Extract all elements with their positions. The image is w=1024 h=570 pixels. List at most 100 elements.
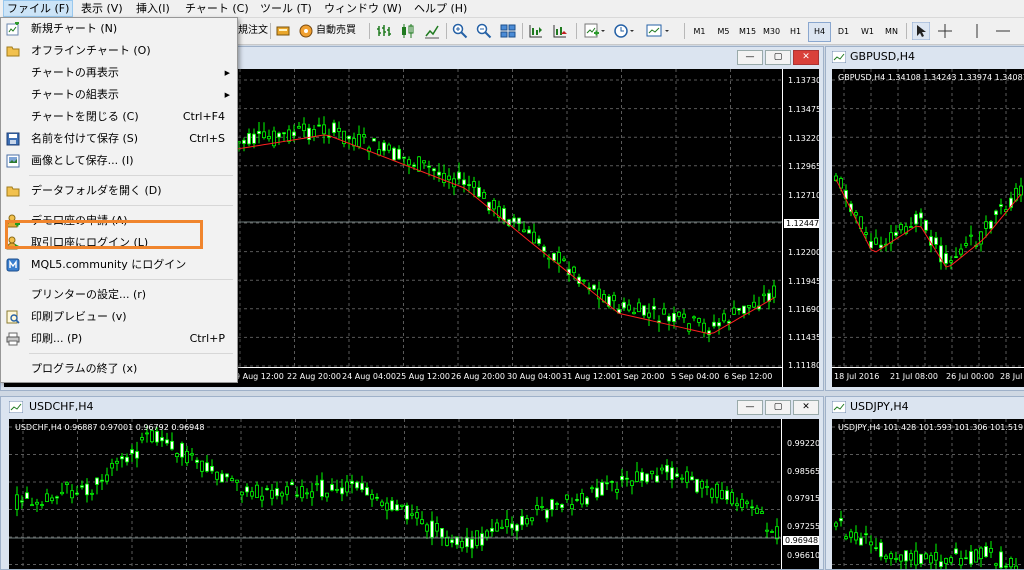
timeframe-m5[interactable]: M5 (712, 22, 735, 42)
candle-body (450, 539, 454, 544)
timeframe-m30[interactable]: M30 (760, 22, 783, 42)
candle-body (864, 232, 868, 235)
menu-tools[interactable]: ツール (T) (260, 1, 312, 16)
timeframe-m15[interactable]: M15 (736, 22, 759, 42)
menu-chart[interactable]: チャート (C) (185, 1, 249, 16)
candle-body (580, 493, 584, 505)
moving-average-line (233, 134, 775, 335)
periods-icon[interactable] (614, 23, 636, 39)
menu-item-save-as[interactable]: 名前を付けて保存 (S) Ctrl+S (1, 129, 237, 149)
candle-body (702, 322, 706, 333)
indicators-icon[interactable] (584, 23, 606, 39)
candle-body (495, 522, 499, 532)
metaeditor-icon[interactable] (276, 24, 292, 38)
bar-chart-icon[interactable] (376, 23, 392, 39)
line-chart-icon[interactable] (424, 23, 440, 39)
menu-item-save-as-picture[interactable]: 画像として保存... (I) (1, 151, 237, 171)
candle-body (265, 488, 269, 491)
candle-body (712, 321, 716, 327)
candle-body (372, 138, 376, 142)
candle-body (467, 184, 471, 186)
candle-body (165, 439, 169, 444)
toolbar-separator (522, 23, 523, 39)
close-button[interactable]: ✕ (793, 400, 819, 415)
price-chart-usdjpy[interactable]: USDJPY,H4 101.428 101.593 101.306 101.51… (832, 419, 1024, 569)
zoom-in-icon[interactable] (452, 23, 468, 39)
candle-body (150, 430, 154, 443)
timeframe-h1[interactable]: H1 (784, 22, 807, 42)
candle-body (705, 486, 709, 488)
submenu-arrow-icon: ▶ (224, 91, 230, 99)
candle-body (725, 490, 729, 500)
timeframe-w1[interactable]: W1 (856, 22, 879, 42)
menu-item-exit[interactable]: プログラムの終了 (x) (1, 359, 237, 379)
menu-item-new-chart[interactable]: 新規チャート (N) (1, 19, 237, 39)
candle-body (640, 471, 644, 482)
timeframe-h4[interactable]: H4 (808, 22, 831, 42)
chart-shift-icon[interactable] (528, 23, 544, 39)
candle-body (30, 504, 34, 507)
menu-item-print[interactable]: 印刷... (P) Ctrl+P (1, 329, 237, 349)
auto-trading-icon[interactable] (298, 23, 314, 39)
price-label: 1.11180 (788, 361, 819, 370)
menu-item-close-chart[interactable]: チャートを閉じる (C) Ctrl+F4 (1, 107, 237, 127)
price-chart-gbpusd[interactable]: GBPUSD,H4 1.34108 1.34243 1.33974 1.3408… (832, 69, 1024, 387)
candle-body (205, 462, 209, 472)
menu-item-label: チャートの再表示 (31, 66, 119, 79)
candle-body (462, 179, 466, 185)
maximize-button[interactable]: ▢ (765, 50, 791, 65)
menu-item-offline-chart[interactable]: オフラインチャート (O) (1, 41, 237, 61)
auto-trading-button[interactable]: 自動売買 (316, 22, 356, 40)
candle-body (535, 505, 539, 510)
menu-item-print-preview[interactable]: 印刷プレビュー (v) (1, 307, 237, 327)
candlestick-icon[interactable] (400, 23, 416, 39)
toolbar-separator (684, 23, 685, 39)
menu-view[interactable]: 表示 (V) (81, 1, 123, 16)
candle-body (235, 479, 239, 483)
menu-item-chart-group[interactable]: チャートの組表示 ▶ (1, 85, 237, 105)
chart-canvas (832, 419, 1024, 569)
cursor-icon[interactable] (912, 22, 930, 40)
new-order-button[interactable]: 規注文 (238, 22, 268, 40)
candle-body (357, 134, 361, 147)
close-button[interactable]: ✕ (793, 50, 819, 65)
candle-body (682, 313, 686, 319)
minimize-button[interactable]: — (737, 50, 763, 65)
timeframe-d1[interactable]: D1 (832, 22, 855, 42)
horizontal-line-icon[interactable] (994, 22, 1012, 40)
candle-body (175, 453, 179, 458)
candle-body (355, 481, 359, 489)
templates-icon[interactable] (646, 23, 672, 39)
candle-body (979, 547, 983, 559)
menu-window[interactable]: ウィンドウ (W) (324, 1, 402, 16)
crosshair-icon[interactable] (936, 22, 954, 40)
menu-file[interactable]: ファイル (F) (3, 0, 74, 17)
price-chart-usdchf[interactable]: USDCHF,H4 0.96887 0.97001 0.96792 0.9694… (9, 419, 819, 569)
tile-windows-icon[interactable] (500, 23, 516, 39)
maximize-button[interactable]: ▢ (765, 400, 791, 415)
zoom-out-icon[interactable] (476, 23, 492, 39)
price-axis-line (781, 419, 782, 569)
candle-body (959, 248, 963, 255)
candle-body (492, 199, 496, 210)
candle-body (435, 523, 439, 532)
candle-body (552, 253, 556, 261)
menu-item-label: 印刷プレビュー (v) (31, 310, 127, 323)
timeframe-m1[interactable]: M1 (688, 22, 711, 42)
time-label: 26 Aug 20:00 (451, 372, 505, 381)
menu-item-open-data-folder[interactable]: データフォルダを開く (D) (1, 181, 237, 201)
current-price-label: 1.12447 (784, 219, 819, 228)
menu-item-printer-setup[interactable]: プリンターの設定... (r) (1, 285, 237, 305)
candle-body (545, 509, 549, 519)
menu-item-chart-redisplay[interactable]: チャートの再表示 ▶ (1, 63, 237, 83)
candle-body (570, 504, 574, 510)
candle-body (595, 487, 599, 498)
vertical-line-icon[interactable] (968, 22, 986, 40)
autoscroll-icon[interactable] (552, 23, 568, 39)
menu-insert[interactable]: 挿入(I) (136, 1, 170, 16)
minimize-button[interactable]: — (737, 400, 763, 415)
timeframe-mn[interactable]: MN (880, 22, 903, 42)
menu-item-login-mql5[interactable]: MQL5.community にログイン (1, 255, 237, 275)
candle-body (695, 478, 699, 493)
menu-help[interactable]: ヘルプ (H) (414, 1, 467, 16)
